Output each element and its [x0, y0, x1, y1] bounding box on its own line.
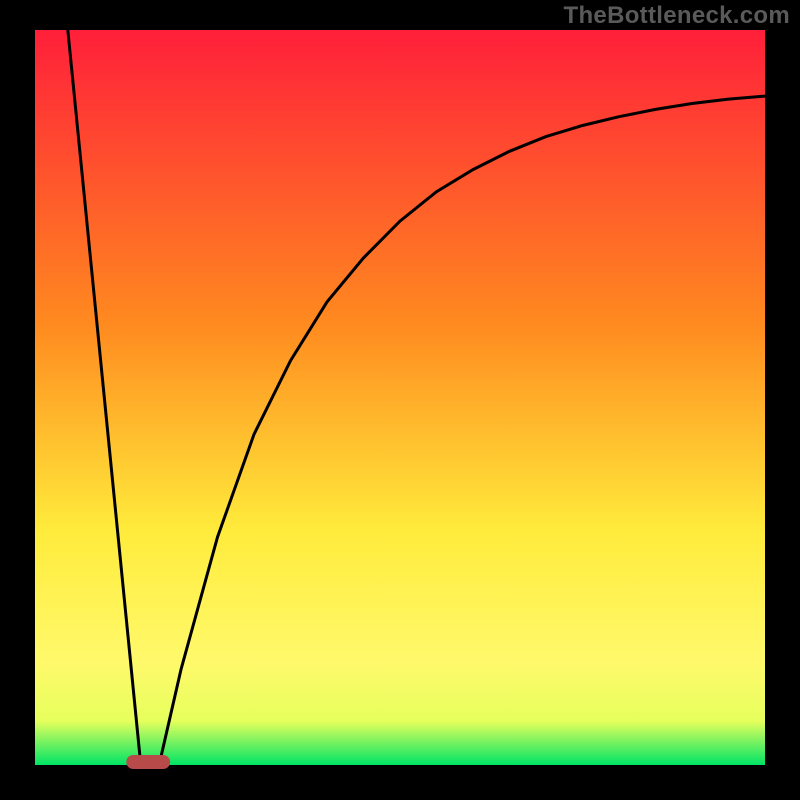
vertex-marker: [126, 755, 170, 769]
watermark-text: TheBottleneck.com: [564, 2, 790, 30]
gradient-plot-area: [35, 30, 765, 765]
chart-frame: TheBottleneck.com: [0, 0, 800, 800]
bottleneck-chart: [0, 0, 800, 800]
